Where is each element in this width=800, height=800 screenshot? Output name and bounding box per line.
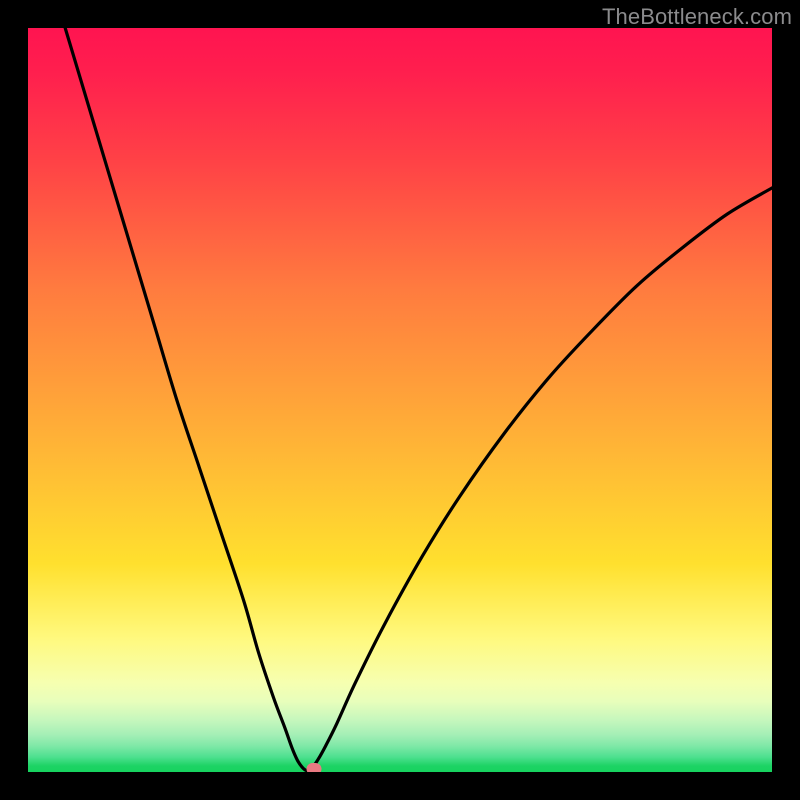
curve-svg <box>28 28 772 772</box>
chart-frame: TheBottleneck.com <box>0 0 800 800</box>
optimum-marker <box>307 763 322 772</box>
watermark-text: TheBottleneck.com <box>602 4 792 30</box>
bottleneck-curve <box>65 28 772 771</box>
plot-area <box>28 28 772 772</box>
